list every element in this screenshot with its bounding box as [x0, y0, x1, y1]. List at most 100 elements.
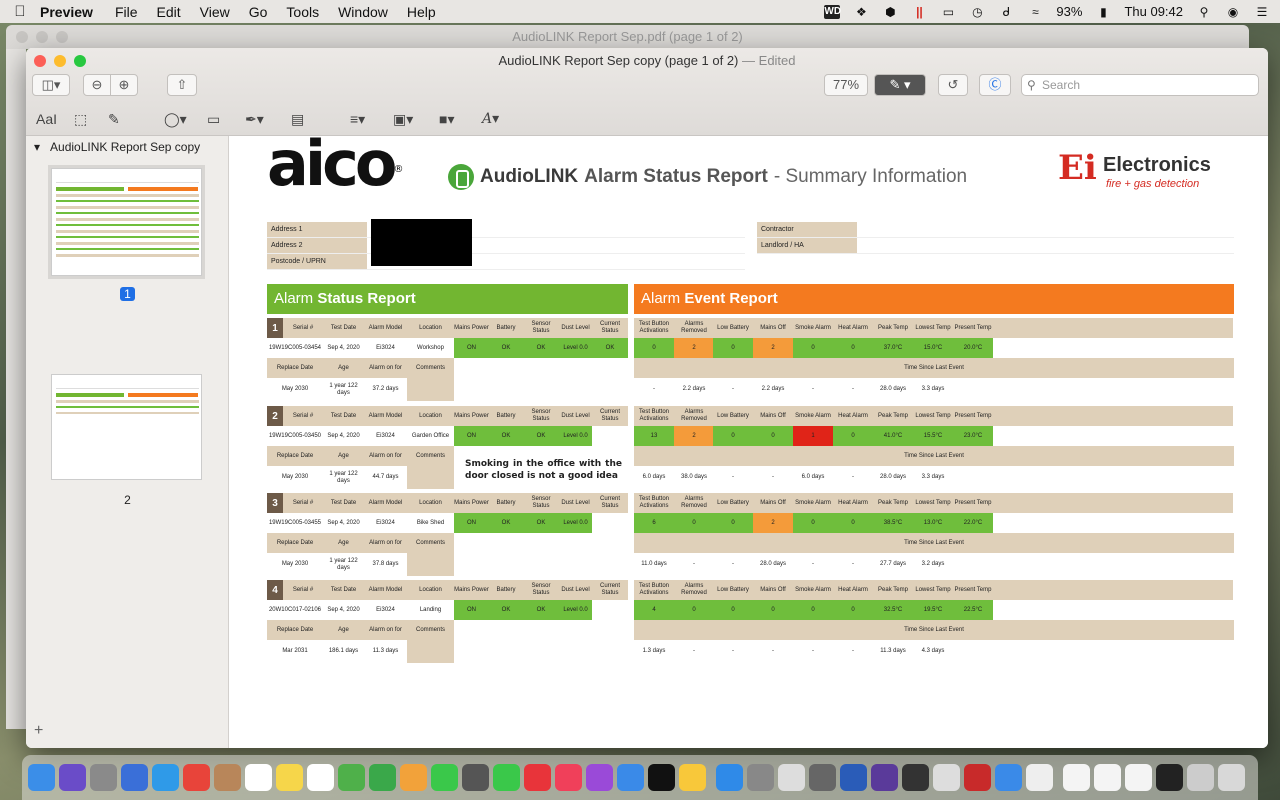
facetime-icon[interactable] — [493, 764, 520, 791]
airplay-icon[interactable]: ▭ — [940, 5, 956, 19]
annotate-circle-button[interactable]: Ⓒ — [979, 74, 1011, 96]
menu-window[interactable]: Window — [338, 4, 388, 20]
help-icon[interactable] — [778, 764, 805, 791]
zoom-in-button[interactable]: ⊕ — [110, 74, 138, 96]
document-icon[interactable] — [1063, 764, 1090, 791]
menu-tools[interactable]: Tools — [286, 4, 319, 20]
notification-center-icon[interactable]: ☰ — [1254, 5, 1270, 19]
app-store-icon[interactable] — [716, 764, 743, 791]
signature-tool-icon[interactable]: ✒▾ — [245, 110, 264, 128]
windows-icon[interactable] — [995, 764, 1022, 791]
menu-go[interactable]: Go — [249, 4, 268, 20]
calendar-icon[interactable] — [245, 764, 272, 791]
bg-minimize-button[interactable] — [36, 31, 48, 43]
add-page-icon[interactable]: + — [34, 722, 43, 740]
sidebar-doc-header[interactable]: ▾ AudioLINK Report Sep copy — [34, 140, 200, 154]
border-color-icon[interactable]: ▣▾ — [393, 110, 413, 128]
spotlight-icon[interactable]: ⚲ — [1196, 5, 1212, 19]
parallels-icon[interactable]: || — [911, 5, 927, 19]
bg-close-button[interactable] — [16, 31, 28, 43]
word-icon[interactable] — [840, 764, 867, 791]
launchpad-icon[interactable] — [90, 764, 117, 791]
status-header: Test Date — [323, 580, 364, 600]
note-tool-icon[interactable]: ▤ — [291, 110, 304, 128]
status-header: Serial # — [283, 493, 323, 513]
page-thumbnail-2[interactable] — [51, 374, 202, 480]
since-value: - — [732, 386, 734, 392]
siri-icon[interactable]: ◉ — [1225, 5, 1241, 19]
line-style-icon[interactable]: ≡▾ — [350, 110, 365, 128]
markup-toolbar-button[interactable]: ✎ ▾ — [874, 74, 926, 96]
textedit-icon[interactable] — [1026, 764, 1053, 791]
sketch-tool-icon[interactable]: ✎ — [108, 110, 120, 128]
menu-edit[interactable]: Edit — [157, 4, 181, 20]
bluetooth-icon[interactable]: ᑯ — [998, 5, 1014, 19]
apple-menu-icon[interactable]:  — [0, 3, 40, 20]
menu-file[interactable]: File — [115, 4, 138, 20]
keynote-icon[interactable] — [617, 764, 644, 791]
text-selection-tool-icon[interactable]: AaI — [36, 110, 57, 128]
shapes-tool-icon[interactable]: ◯▾ — [164, 110, 187, 128]
dropbox-icon[interactable]: ❖ — [853, 5, 869, 19]
utility-icon[interactable] — [809, 764, 836, 791]
sidebar-toggle-button[interactable]: ◫▾ — [32, 74, 70, 96]
event-header — [1193, 580, 1233, 600]
event-header: Test Button Activations — [634, 493, 674, 513]
apple-tv-icon[interactable] — [648, 764, 675, 791]
music-icon[interactable] — [555, 764, 582, 791]
reminders-icon[interactable] — [307, 764, 334, 791]
text-style-icon[interactable]: A▾ — [482, 110, 499, 128]
numbers-icon[interactable] — [369, 764, 396, 791]
menu-view[interactable]: View — [200, 4, 230, 20]
rotate-button[interactable]: ↺ — [938, 74, 968, 96]
text-box-tool-icon[interactable]: ▭ — [207, 110, 220, 128]
battery-icon[interactable]: ▮ — [1095, 5, 1111, 19]
app-status-icon[interactable]: ⬢ — [882, 5, 898, 19]
search-field[interactable]: ⚲ Search — [1021, 74, 1259, 96]
browser-icon[interactable] — [871, 764, 898, 791]
siri-icon[interactable] — [59, 764, 86, 791]
podcasts-icon[interactable] — [586, 764, 613, 791]
screenshot-icon[interactable] — [1187, 764, 1214, 791]
menubar-clock[interactable]: Thu 09:42 — [1124, 4, 1183, 19]
contacts-icon[interactable] — [214, 764, 241, 791]
rect-selection-tool-icon[interactable]: ⬚ — [74, 110, 87, 128]
document-icon[interactable] — [1094, 764, 1121, 791]
bg-zoom-button[interactable] — [56, 31, 68, 43]
preview-icon[interactable] — [121, 764, 148, 791]
fill-color-icon[interactable]: ■▾ — [439, 110, 454, 128]
pages-icon[interactable] — [400, 764, 427, 791]
wd-drive-icon[interactable]: WD — [824, 4, 841, 19]
search-placeholder: Search — [1042, 78, 1081, 92]
time-machine-icon[interactable]: ◷ — [969, 5, 985, 19]
page-number-1[interactable]: 1 — [26, 287, 229, 301]
calculator-icon[interactable] — [462, 764, 489, 791]
document-icon[interactable] — [1125, 764, 1152, 791]
page-thumbnail-1[interactable] — [48, 165, 205, 279]
preview-doc-icon[interactable] — [933, 764, 960, 791]
photos-icon[interactable] — [679, 764, 706, 791]
wifi-icon[interactable]: ≈ — [1027, 5, 1043, 19]
share-button[interactable]: ⇧ — [167, 74, 197, 96]
menu-app-name[interactable]: Preview — [40, 4, 93, 20]
parallels-icon[interactable] — [964, 764, 991, 791]
zoom-level[interactable]: 77% — [824, 74, 868, 96]
app-icon[interactable] — [902, 764, 929, 791]
menu-help[interactable]: Help — [407, 4, 436, 20]
messages-icon[interactable] — [431, 764, 458, 791]
trash-icon[interactable] — [1218, 764, 1245, 791]
status-header: Mains Power — [454, 580, 489, 600]
system-preferences-icon[interactable] — [747, 764, 774, 791]
notes-icon[interactable] — [276, 764, 303, 791]
since-value: 3.3 days — [921, 386, 945, 392]
finder-icon[interactable] — [28, 764, 55, 791]
terminal-icon[interactable] — [1156, 764, 1183, 791]
chrome-icon[interactable] — [183, 764, 210, 791]
maps-icon[interactable] — [338, 764, 365, 791]
page-number-2[interactable]: 2 — [26, 493, 229, 507]
battery-percent[interactable]: 93% — [1056, 4, 1082, 19]
zoom-out-button[interactable]: ⊖ — [83, 74, 111, 96]
news-icon[interactable] — [524, 764, 551, 791]
background-window-titlebar[interactable]: AudioLINK Report Sep.pdf (page 1 of 2) — [6, 25, 1249, 49]
safari-icon[interactable] — [152, 764, 179, 791]
